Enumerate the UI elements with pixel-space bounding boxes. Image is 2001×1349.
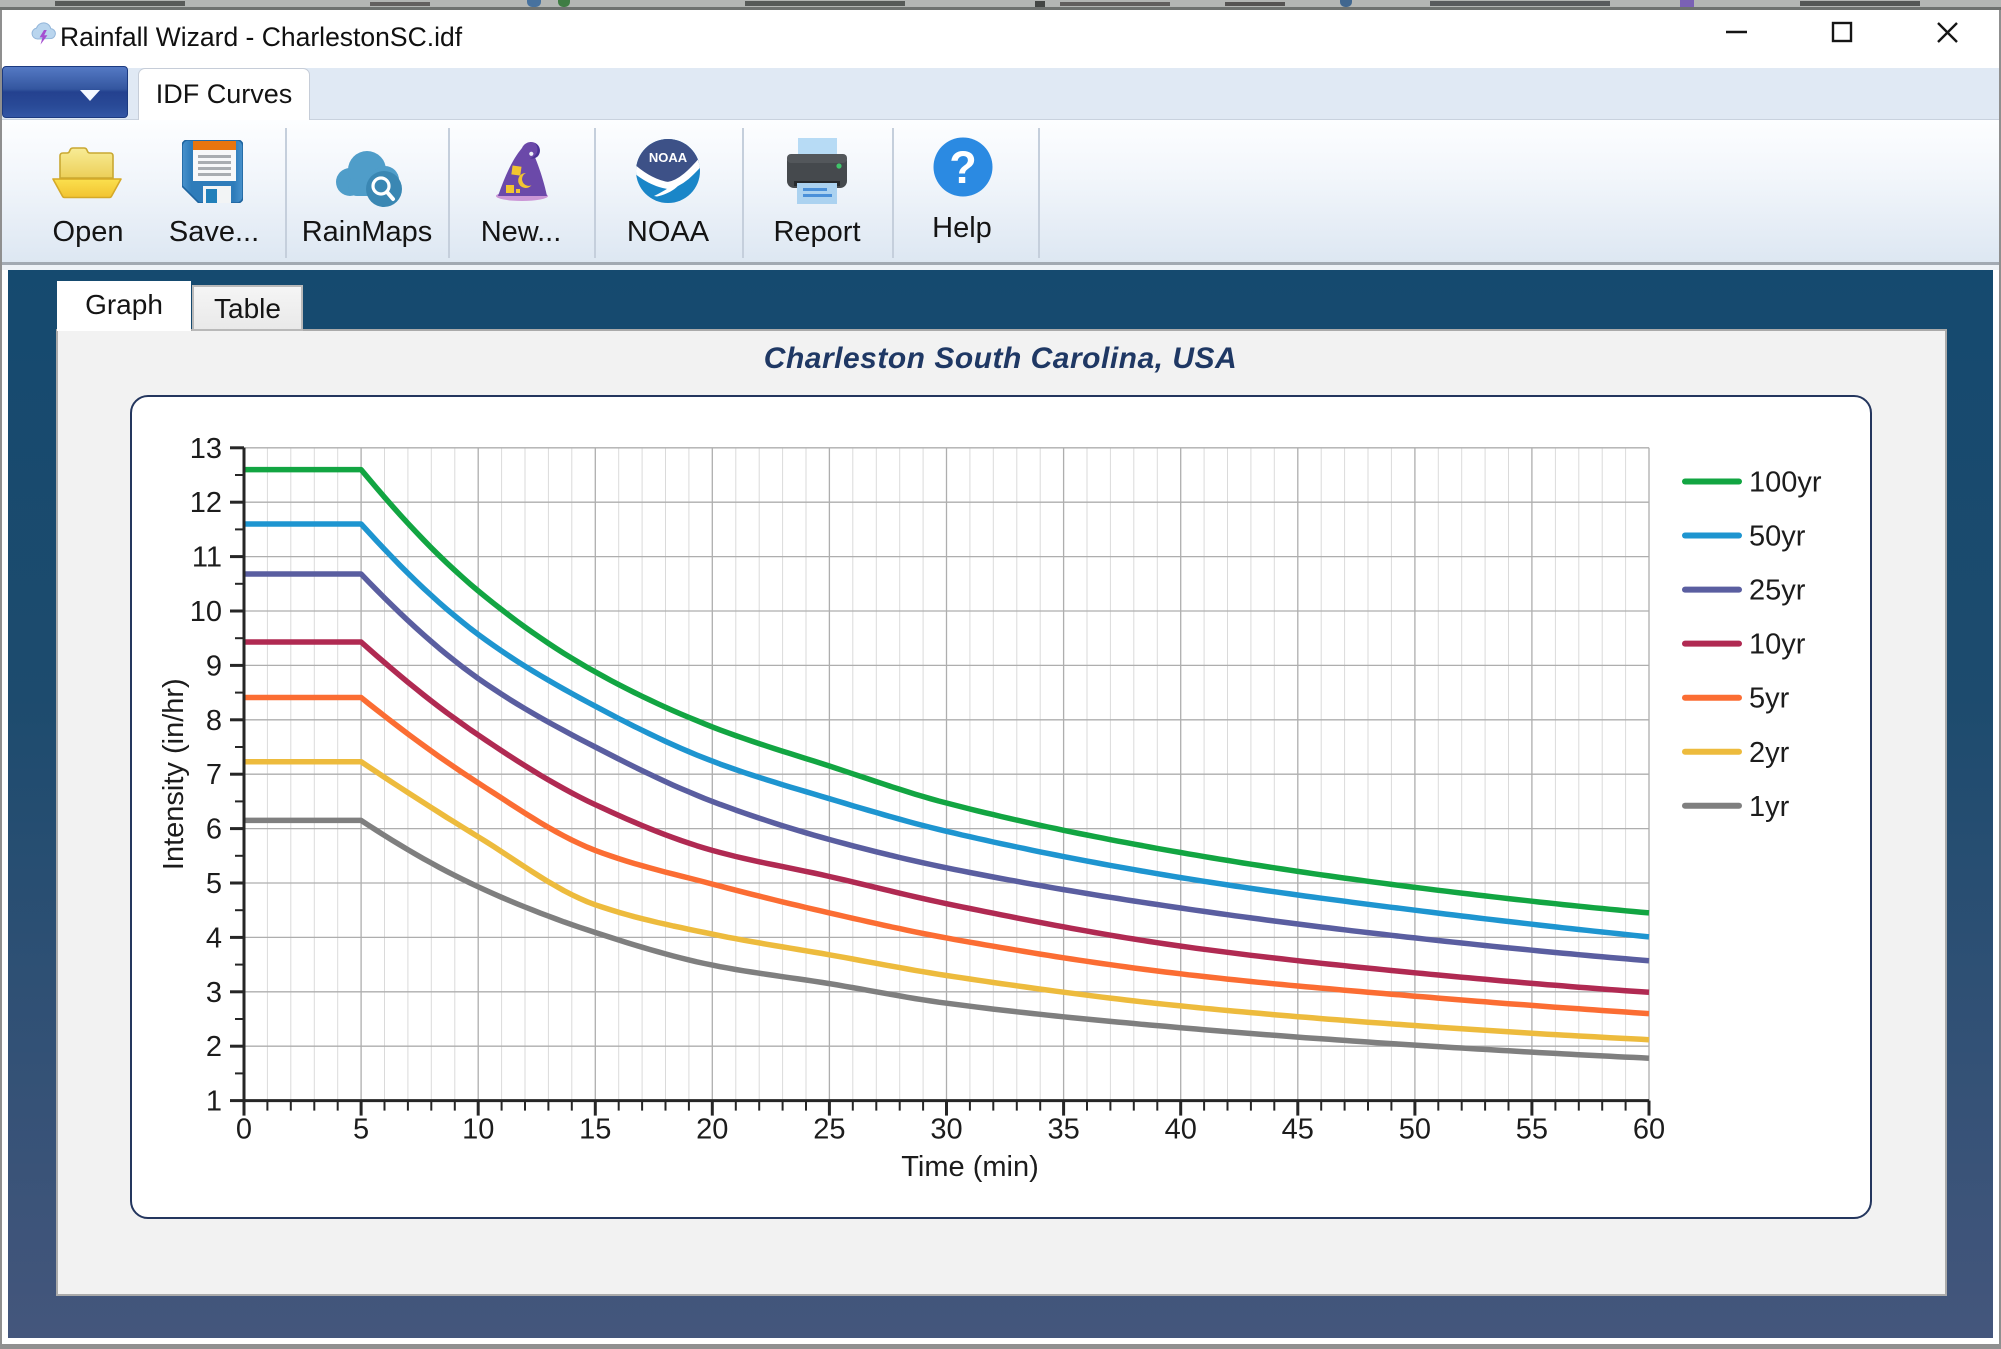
svg-text:8: 8 <box>206 705 222 737</box>
svg-text:12: 12 <box>190 487 222 519</box>
svg-text:10: 10 <box>462 1114 494 1146</box>
svg-text:13: 13 <box>190 433 222 465</box>
svg-text:10: 10 <box>190 596 222 628</box>
svg-text:4: 4 <box>206 922 222 954</box>
svg-text:1yr: 1yr <box>1749 791 1790 823</box>
svg-text:1: 1 <box>206 1086 222 1118</box>
svg-text:?: ? <box>949 142 977 193</box>
svg-text:45: 45 <box>1282 1114 1314 1146</box>
svg-text:6: 6 <box>206 814 222 846</box>
svg-text:15: 15 <box>579 1114 611 1146</box>
svg-text:35: 35 <box>1047 1114 1079 1146</box>
svg-text:0: 0 <box>236 1114 252 1146</box>
svg-text:25: 25 <box>813 1114 845 1146</box>
svg-text:Intensity (in/hr): Intensity (in/hr) <box>158 678 190 870</box>
svg-text:50yr: 50yr <box>1749 521 1806 553</box>
svg-text:5: 5 <box>206 868 222 900</box>
svg-text:60: 60 <box>1633 1114 1665 1146</box>
svg-text:100yr: 100yr <box>1749 467 1822 499</box>
svg-text:55: 55 <box>1516 1114 1548 1146</box>
svg-text:11: 11 <box>192 542 222 574</box>
svg-text:9: 9 <box>206 650 222 682</box>
svg-text:30: 30 <box>930 1114 962 1146</box>
svg-text:NOAA: NOAA <box>649 150 688 165</box>
svg-text:5: 5 <box>353 1114 369 1146</box>
svg-text:Time (min): Time (min) <box>901 1151 1038 1183</box>
svg-text:2: 2 <box>206 1031 222 1063</box>
svg-text:20: 20 <box>696 1114 728 1146</box>
svg-text:40: 40 <box>1165 1114 1197 1146</box>
svg-text:2yr: 2yr <box>1749 737 1790 769</box>
svg-text:25yr: 25yr <box>1749 575 1806 607</box>
svg-text:10yr: 10yr <box>1749 629 1806 661</box>
svg-text:5yr: 5yr <box>1749 683 1790 715</box>
svg-text:50: 50 <box>1399 1114 1431 1146</box>
svg-text:3: 3 <box>206 977 222 1009</box>
svg-text:7: 7 <box>206 759 222 791</box>
